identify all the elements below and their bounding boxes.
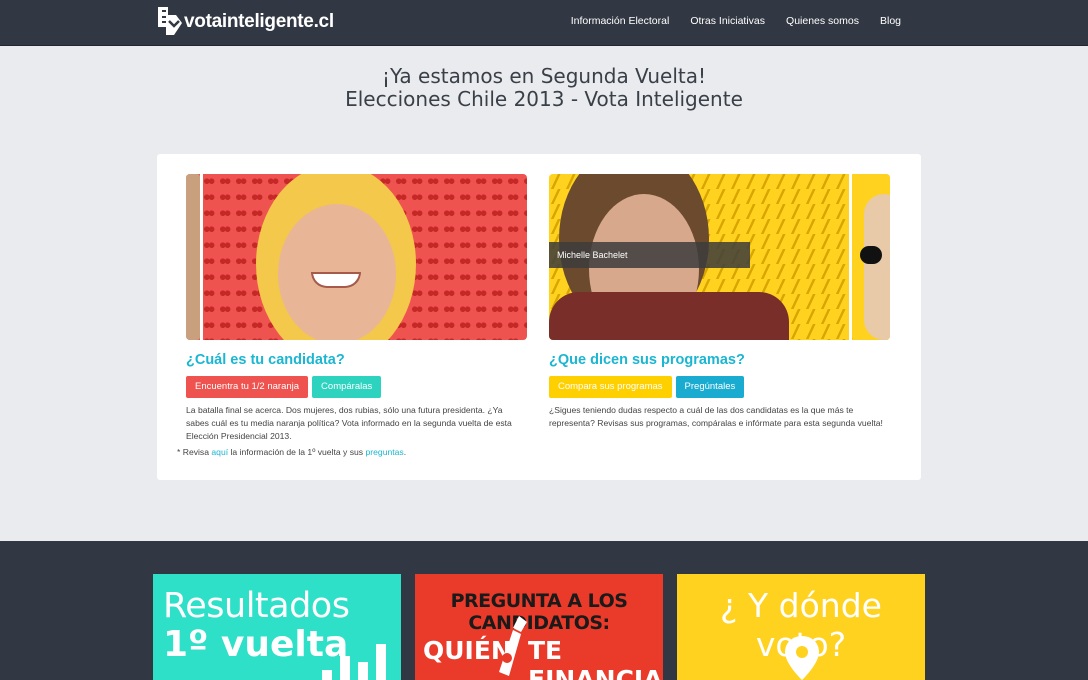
nav-quienes-somos[interactable]: Quienes somos	[786, 15, 859, 27]
programs-description: ¿Sigues teniendo dudas respecto a cuál d…	[549, 405, 883, 429]
programs-carousel[interactable]: Michelle Bachelet	[549, 174, 890, 340]
candidate-buttons: Encuentra tu 1/2 naranja Compáralas	[186, 376, 527, 398]
candidate-description: La batalla final se acerca. Dos mujeres,…	[186, 405, 512, 442]
compare-programs-button[interactable]: Compara sus programas	[549, 376, 672, 398]
programs-column: Michelle Bachelet ¿Que dicen sus program…	[549, 174, 890, 430]
results-title: Resultados	[163, 586, 350, 626]
logo-hand-icon	[156, 5, 184, 39]
compare-candidates-button[interactable]: Compáralas	[312, 376, 382, 398]
main-card: ¿Cuál es tu candidata? Encuentra tu 1/2 …	[157, 154, 921, 480]
bar-chart-icon	[322, 644, 386, 680]
find-half-orange-button[interactable]: Encuentra tu 1/2 naranja	[186, 376, 309, 398]
where-to-vote-tile[interactable]: ¿ Y dónde voto?	[677, 574, 925, 680]
first-round-questions-link[interactable]: preguntas	[366, 447, 404, 457]
candidate-column: ¿Cuál es tu candidata? Encuentra tu 1/2 …	[186, 174, 527, 444]
candidate-heading: ¿Cuál es tu candidata?	[186, 352, 345, 368]
nav-otras-iniciativas[interactable]: Otras Iniciativas	[690, 15, 765, 27]
nav-blog[interactable]: Blog	[880, 15, 901, 27]
ask-candidates-tile[interactable]: PREGUNTA A LOS CANDIDATOS: QUIÉN TE FINA…	[415, 574, 663, 680]
top-navbar: votainteligente.cl Información Electoral…	[0, 0, 1088, 46]
nav-informacion-electoral[interactable]: Información Electoral	[571, 15, 670, 27]
first-round-info-link[interactable]: aquí	[211, 447, 228, 457]
programs-heading: ¿Que dicen sus programas?	[549, 352, 745, 368]
ask-finance: TE FINANCIA?	[528, 636, 663, 680]
title-line-1: ¡Ya estamos en Segunda Vuelta!	[381, 64, 707, 88]
side-candidate-photo-2	[852, 174, 890, 340]
side-candidate-photo	[186, 174, 200, 340]
site-logo[interactable]: votainteligente.cl	[156, 4, 334, 40]
money-pump-icon	[499, 616, 527, 676]
logo-text: votainteligente.cl	[184, 11, 334, 32]
map-pin-icon	[785, 636, 819, 680]
page-title: ¡Ya estamos en Segunda Vuelta! Eleccione…	[0, 65, 1088, 111]
main-nav: Información Electoral Otras Iniciativas …	[550, 15, 901, 27]
candidate-carousel[interactable]	[186, 174, 527, 340]
ask-them-button[interactable]: Pregúntales	[675, 376, 745, 398]
title-line-2: Elecciones Chile 2013 - Vota Inteligente	[345, 87, 743, 111]
photo-caption: Michelle Bachelet	[549, 242, 750, 268]
ask-title: PREGUNTA A LOS CANDIDATOS:	[450, 590, 628, 634]
results-tile[interactable]: Resultados 1º vuelta	[153, 574, 401, 680]
first-round-note: * Revisa aquí la información de la 1º vu…	[177, 447, 407, 457]
programs-buttons: Compara sus programas Pregúntales	[549, 376, 890, 398]
